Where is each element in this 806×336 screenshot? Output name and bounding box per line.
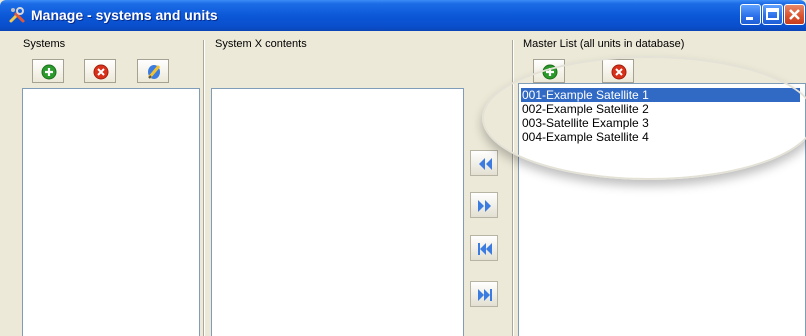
move-all-left-icon bbox=[478, 243, 492, 255]
delete-system-button[interactable] bbox=[84, 59, 116, 83]
contents-label: System X contents bbox=[215, 38, 307, 50]
minimize-icon bbox=[746, 17, 753, 20]
list-item[interactable]: 001-Example Satellite 1 bbox=[521, 88, 800, 102]
title-bar[interactable]: Manage - systems and units bbox=[0, 0, 806, 31]
list-item[interactable]: 002-Example Satellite 2 bbox=[521, 102, 649, 116]
add-unit-button[interactable] bbox=[533, 59, 565, 83]
manage-window: Manage - systems and units Systems Syste… bbox=[0, 0, 806, 336]
close-icon bbox=[789, 9, 800, 20]
systems-listbox[interactable] bbox=[22, 88, 200, 336]
move-right-button[interactable] bbox=[470, 192, 498, 218]
systems-label: Systems bbox=[23, 38, 66, 50]
close-button[interactable] bbox=[784, 4, 805, 25]
move-all-left-button[interactable] bbox=[470, 235, 498, 261]
list-item[interactable]: 003-Satellite Example 3 bbox=[521, 116, 649, 130]
tools-icon bbox=[9, 7, 25, 23]
move-left-icon bbox=[479, 158, 492, 170]
add-icon bbox=[542, 64, 558, 80]
edit-system-button[interactable] bbox=[137, 59, 169, 83]
edit-icon bbox=[147, 65, 161, 79]
delete-icon bbox=[611, 64, 627, 80]
move-all-right-icon bbox=[478, 289, 492, 301]
list-item[interactable]: 004-Example Satellite 4 bbox=[521, 130, 649, 144]
master-label: Master List (all units in database) bbox=[523, 38, 685, 50]
add-system-button[interactable] bbox=[32, 59, 64, 83]
move-right-icon bbox=[478, 200, 491, 212]
move-all-right-button[interactable] bbox=[470, 281, 498, 307]
panel-divider bbox=[203, 40, 205, 336]
panel-divider bbox=[512, 40, 514, 336]
maximize-icon bbox=[766, 8, 779, 20]
maximize-button[interactable] bbox=[762, 4, 783, 25]
add-icon bbox=[41, 64, 57, 80]
delete-unit-button[interactable] bbox=[602, 59, 634, 83]
move-left-button[interactable] bbox=[470, 150, 498, 176]
master-listbox[interactable]: 001-Example Satellite 1 002-Example Sate… bbox=[518, 83, 806, 336]
minimize-button[interactable] bbox=[740, 4, 761, 25]
delete-icon bbox=[93, 64, 109, 80]
contents-listbox[interactable] bbox=[211, 88, 464, 336]
window-title: Manage - systems and units bbox=[31, 7, 218, 23]
